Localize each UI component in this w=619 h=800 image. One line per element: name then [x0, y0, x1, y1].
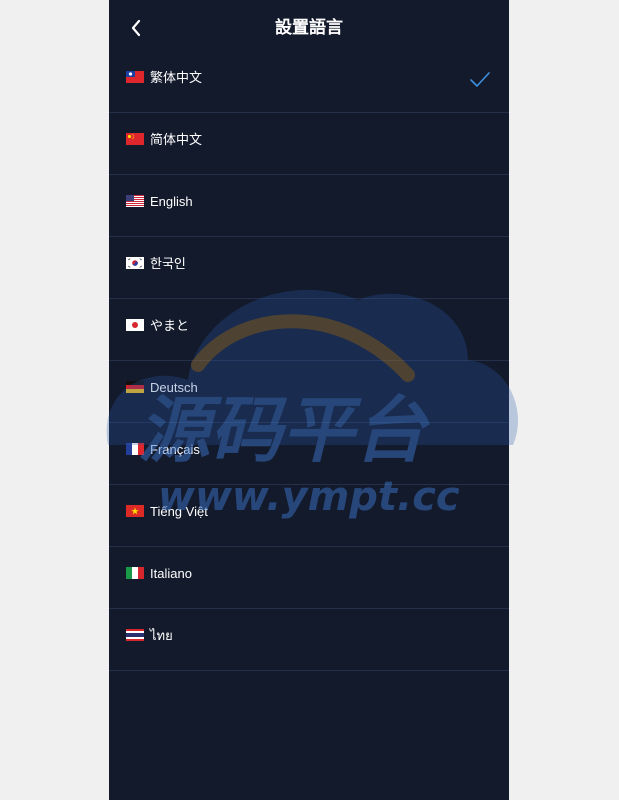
language-list: 繁体中文 简体中文 English 한국인 やまと Deutsch França… — [109, 57, 509, 671]
language-label: Français — [150, 442, 200, 457]
language-settings-screen: 設置語言 繁体中文 简体中文 English 한국인 やまと Deutsch F… — [109, 0, 509, 800]
language-item-thai[interactable]: ไทย — [109, 609, 509, 671]
china-flag-icon — [126, 133, 144, 145]
language-item-italian[interactable]: Italiano — [109, 547, 509, 609]
language-item-german[interactable]: Deutsch — [109, 361, 509, 423]
language-item-korean[interactable]: 한국인 — [109, 237, 509, 299]
language-item-japanese[interactable]: やまと — [109, 299, 509, 361]
korea-flag-icon — [126, 257, 144, 269]
language-label: English — [150, 194, 193, 209]
language-item-simplified-chinese[interactable]: 简体中文 — [109, 113, 509, 175]
germany-flag-icon — [126, 381, 144, 393]
thailand-flag-icon — [126, 629, 144, 641]
language-item-vietnamese[interactable]: Tiếng Việt — [109, 485, 509, 547]
japan-flag-icon — [126, 319, 144, 331]
language-item-traditional-chinese[interactable]: 繁体中文 — [109, 57, 509, 113]
language-label: 简体中文 — [150, 132, 203, 147]
france-flag-icon — [126, 443, 144, 455]
vietnam-flag-icon — [126, 505, 144, 517]
language-label: 한국인 — [150, 256, 186, 271]
us-flag-icon — [126, 195, 144, 207]
language-label: Deutsch — [150, 380, 198, 395]
language-label: やまと — [150, 318, 190, 333]
header: 設置語言 — [109, 0, 509, 57]
language-label: Italiano — [150, 566, 192, 581]
language-label: Tiếng Việt — [150, 504, 208, 519]
italy-flag-icon — [126, 567, 144, 579]
language-label: ไทย — [150, 628, 173, 643]
checkmark-icon — [470, 72, 490, 87]
language-item-english[interactable]: English — [109, 175, 509, 237]
language-label: 繁体中文 — [150, 70, 203, 85]
page-title: 設置語言 — [275, 18, 343, 38]
taiwan-flag-icon — [126, 71, 144, 83]
language-item-french[interactable]: Français — [109, 423, 509, 485]
